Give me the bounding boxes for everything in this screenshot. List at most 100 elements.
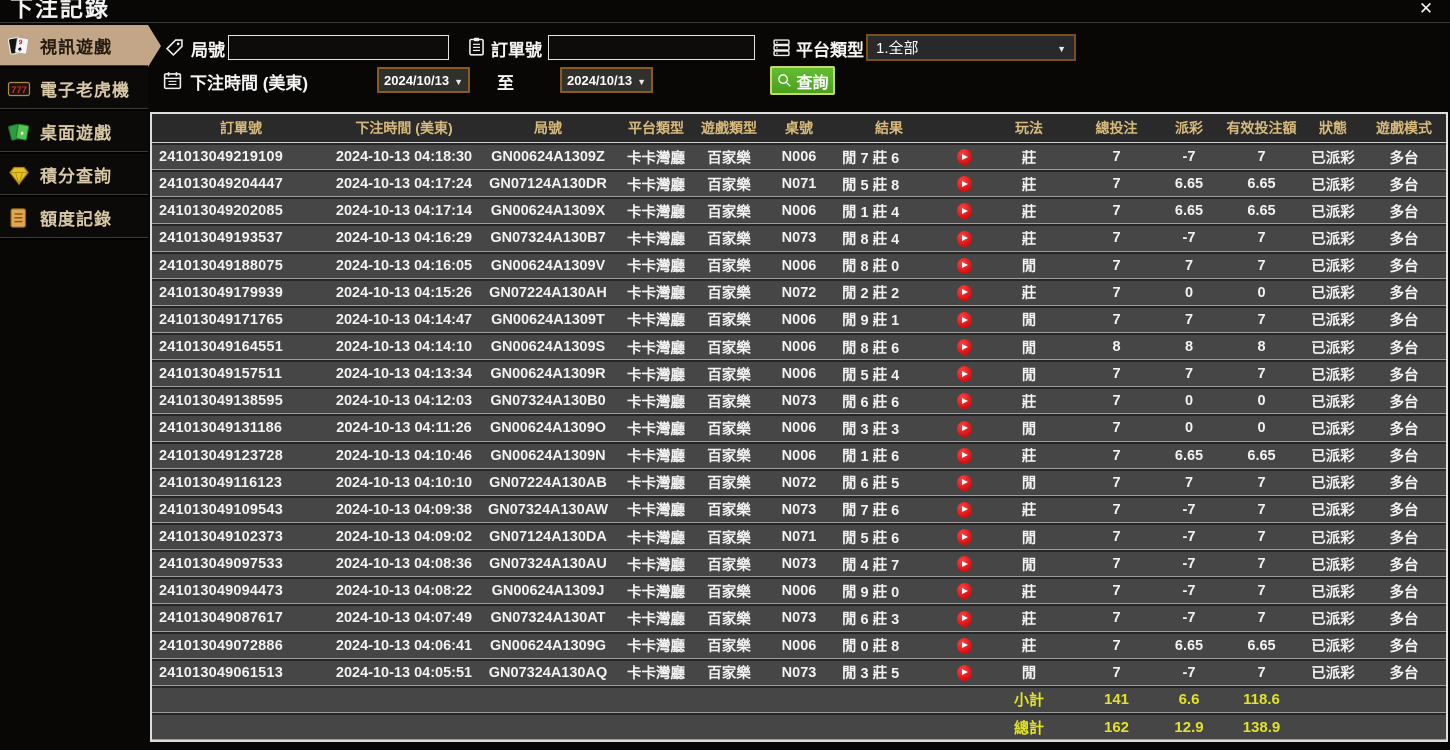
order-number-cell: 241013049219109	[159, 149, 283, 166]
play-video-button[interactable]	[956, 203, 972, 220]
date-from-picker[interactable]: 2024/10/13	[377, 67, 470, 93]
play-video-button[interactable]	[956, 393, 972, 410]
game-mode-cell: 多台	[1389, 231, 1419, 248]
game-type-cell: 百家樂	[707, 476, 751, 493]
round-number-cell: GN07324A130AU	[489, 556, 607, 573]
play-cell	[944, 203, 984, 220]
bet-time-cell: 2024-10-13 04:16:29	[335, 230, 473, 247]
column-header: 平台類型	[628, 120, 684, 136]
play-video-button[interactable]	[956, 149, 972, 166]
table-number-cell: N073	[781, 230, 817, 247]
play-video-button[interactable]	[956, 529, 972, 546]
round-number-cell: GN00624A1309G	[489, 637, 607, 654]
payout-cell: -7	[1182, 529, 1196, 546]
order-number-cell: 241013049116123	[159, 474, 283, 491]
status-cell: 已派彩	[1311, 204, 1355, 221]
payout-cell: 6.65	[1174, 203, 1204, 220]
play-cell	[944, 312, 984, 328]
bet-on-cell: 閒	[1021, 340, 1037, 357]
total-bet-cell: 8	[1112, 339, 1121, 356]
bet-time-cell: 2024-10-13 04:14:47	[335, 311, 473, 328]
play-video-button[interactable]	[956, 257, 972, 274]
date-to-picker[interactable]: 2024/10/13	[560, 67, 653, 93]
play-video-button[interactable]	[956, 284, 972, 301]
order-number-cell: 241013049179939	[159, 284, 283, 301]
order-number-cell: 241013049164551	[159, 339, 283, 356]
result-cell: 閒 8 莊 6	[842, 340, 900, 357]
play-video-button[interactable]	[956, 501, 972, 518]
valid-bet-cell: 7	[1257, 501, 1266, 518]
order-number-cell: 241013049061513	[159, 664, 283, 681]
play-video-button[interactable]	[956, 420, 972, 437]
game-type-cell: 百家樂	[707, 503, 751, 520]
bet-on-cell: 莊	[1021, 204, 1037, 221]
play-video-button[interactable]	[956, 366, 972, 383]
payout-cell: 6.65	[1174, 176, 1204, 193]
table-number-cell: N006	[781, 637, 817, 654]
play-cell	[944, 637, 984, 654]
round-number-cell: GN00624A1309R	[490, 366, 606, 383]
game-mode-cell: 多台	[1389, 286, 1419, 303]
play-video-button[interactable]	[956, 583, 972, 600]
order-number-cell: 241013049138595	[159, 393, 283, 410]
play-video-button[interactable]	[956, 230, 972, 247]
status-cell: 已派彩	[1311, 286, 1355, 303]
bet-on-cell: 閒	[1021, 421, 1037, 438]
total-bet-cell: 7	[1112, 610, 1121, 627]
play-video-button[interactable]	[956, 474, 972, 491]
filter-bar: 局號 訂單號 平台類型 1.全部 下注時間 (美東) 2024/10/13 至 …	[0, 0, 1450, 112]
valid-bet-cell: 7	[1257, 556, 1266, 573]
order-input[interactable]	[548, 35, 755, 60]
game-mode-cell: 多台	[1389, 584, 1419, 601]
platform-list-icon	[771, 37, 792, 58]
game-mode-cell: 多台	[1389, 557, 1419, 574]
play-video-button[interactable]	[956, 447, 972, 464]
valid-bet-cell: 7	[1257, 610, 1266, 627]
play-cell	[944, 176, 984, 193]
total-bet-cell: 7	[1112, 583, 1121, 600]
play-cell	[944, 230, 984, 247]
sidebar-item-label: 積分查詢	[40, 167, 112, 186]
table-number-cell: N006	[781, 447, 817, 464]
play-video-button[interactable]	[956, 610, 972, 627]
round-number-cell: GN00624A1309X	[490, 203, 606, 220]
table-row: 241013049219109 2024-10-13 04:18:30 GN0062…	[152, 143, 1446, 171]
play-video-button[interactable]	[956, 637, 972, 654]
play-video-button[interactable]	[956, 176, 972, 193]
play-cell	[944, 529, 984, 546]
table-number-cell: N006	[781, 583, 817, 600]
result-cell: 閒 6 莊 6	[842, 394, 900, 411]
payout-cell: 6.65	[1174, 637, 1204, 654]
bet-on-cell: 莊	[1021, 449, 1037, 466]
play-video-button[interactable]	[956, 664, 972, 681]
play-video-button[interactable]	[956, 339, 972, 356]
valid-bet-cell: 7	[1257, 664, 1266, 681]
game-mode-cell: 多台	[1389, 639, 1419, 656]
game-type-cell: 百家樂	[707, 259, 751, 276]
bet-time-cell: 2024-10-13 04:18:30	[335, 149, 473, 166]
result-cell: 閒 8 莊 0	[842, 259, 900, 276]
total-bet-cell: 7	[1112, 529, 1121, 546]
status-cell: 已派彩	[1311, 259, 1355, 276]
result-cell: 閒 7 莊 6	[842, 150, 900, 167]
column-header: 訂單號	[220, 120, 262, 136]
payout-cell: -7	[1182, 664, 1196, 681]
total-row-label: 總計	[1013, 719, 1044, 737]
play-video-button[interactable]	[956, 556, 972, 573]
round-number-cell: GN07224A130AH	[489, 284, 607, 301]
table-row: 241013049123728 2024-10-13 04:10:46 GN0062…	[152, 441, 1446, 469]
platform-cell: 卡卡灣廳	[627, 394, 685, 411]
search-button[interactable]: 查詢	[770, 66, 835, 95]
order-number-cell: 241013049204447	[159, 176, 283, 193]
order-number-cell: 241013049193537	[159, 230, 283, 247]
sidebar-item[interactable]: 額度記錄	[0, 197, 148, 240]
sidebar-item[interactable]: 積分查詢	[0, 154, 148, 197]
platform-cell: 卡卡灣廳	[627, 503, 685, 520]
round-input[interactable]	[228, 35, 449, 60]
valid-bet-cell: 7	[1257, 366, 1266, 383]
game-type-cell: 百家樂	[707, 611, 751, 628]
play-video-button[interactable]	[956, 312, 972, 328]
platform-cell: 卡卡灣廳	[627, 666, 685, 683]
platform-type-select[interactable]: 1.全部	[866, 34, 1076, 61]
sidebar-item[interactable]: ♦ 桌面遊戲	[0, 111, 148, 154]
